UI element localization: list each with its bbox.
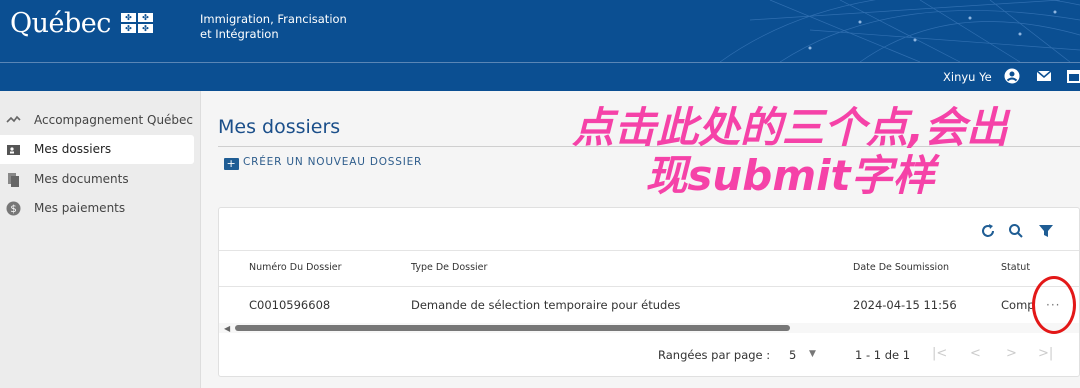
quebec-logo-text[interactable]: Québec <box>10 8 111 39</box>
username[interactable]: Xinyu Ye <box>943 70 992 84</box>
next-page-icon[interactable]: > <box>1006 346 1017 361</box>
toolbar-divider <box>219 250 1079 251</box>
cell-type: Demande de sélection temporaire pour étu… <box>411 298 681 312</box>
calendar-icon[interactable] <box>1066 68 1080 84</box>
dollar-icon: $ <box>6 201 21 216</box>
column-header-statut[interactable]: Statut <box>1001 262 1030 273</box>
scrollbar-thumb[interactable] <box>235 325 790 331</box>
sidebar: Accompagnement Québec Mes dossiers Mes d… <box>0 91 201 388</box>
cell-statut: Comp <box>1001 298 1035 312</box>
column-header-numero[interactable]: Numéro Du Dossier <box>249 262 342 273</box>
annotation-overlay: 点击此处的三个点,会出 现submit字样 <box>490 104 1080 200</box>
cell-date: 2024-04-15 11:56 <box>853 298 957 312</box>
sidebar-item-mes-dossiers[interactable]: Mes dossiers <box>0 135 194 164</box>
column-header-type[interactable]: Type De Dossier <box>411 262 487 273</box>
column-header-date[interactable]: Date De Soumission <box>853 262 949 273</box>
header-divider-line <box>219 286 1079 287</box>
page-range: 1 - 1 de 1 <box>855 348 911 362</box>
refresh-icon[interactable] <box>979 222 997 240</box>
create-dossier-button[interactable]: + CRÉER UN NOUVEAU DOSSIER <box>224 156 422 170</box>
annotation-line-2: 现submit字样 <box>645 151 935 200</box>
annotation-circle <box>1032 276 1076 334</box>
ministry-name: Immigration, Francisation et Intégration <box>200 12 360 42</box>
globe-decoration <box>719 0 1080 62</box>
page-title: Mes dossiers <box>218 116 341 138</box>
mail-icon[interactable] <box>1036 68 1052 84</box>
select-arrow-icon[interactable]: ▼ <box>809 349 816 359</box>
account-icon[interactable] <box>1004 68 1020 84</box>
sidebar-item-label: Mes paiements <box>34 201 126 215</box>
prev-page-icon[interactable]: < <box>970 346 981 361</box>
filter-icon[interactable] <box>1037 222 1055 240</box>
first-page-icon[interactable]: |< <box>932 346 947 361</box>
annotation-line-1: 点击此处的三个点,会出 <box>572 103 1008 152</box>
documents-icon <box>8 173 19 187</box>
sidebar-item-label: Mes dossiers <box>34 142 112 156</box>
scroll-left-arrow-icon[interactable]: ◀ <box>224 324 230 333</box>
sidebar-item-accompagnement[interactable]: Accompagnement Québec <box>0 106 194 135</box>
rows-per-page-label: Rangées par page : <box>658 348 771 362</box>
handshake-icon <box>6 115 21 123</box>
rows-per-page-select[interactable]: 5 <box>789 348 796 362</box>
sidebar-item-label: Accompagnement Québec <box>34 113 194 127</box>
svg-text:$: $ <box>10 204 16 215</box>
horizontal-scrollbar[interactable]: ◀ <box>219 323 1079 333</box>
folder-user-icon <box>7 145 20 155</box>
ministry-line-1: Immigration, Francisation <box>200 12 347 26</box>
dossiers-table-card: Numéro Du Dossier Type De Dossier Date D… <box>218 207 1080 377</box>
fleur-de-lis-flag-icon: ✤ ✤ ✤ ✤ <box>121 13 153 33</box>
site-header: Québec ✤ ✤ ✤ ✤ Immigration, Francisation et… <box>0 0 1080 62</box>
add-folder-icon: + <box>224 158 239 170</box>
sidebar-item-mes-documents[interactable]: Mes documents <box>0 165 194 194</box>
cell-numero: C0010596608 <box>249 298 331 312</box>
user-bar: Xinyu Ye <box>0 63 1080 91</box>
sidebar-item-mes-paiements[interactable]: $ Mes paiements <box>0 194 194 223</box>
search-icon[interactable] <box>1007 222 1025 240</box>
ministry-line-2: et Intégration <box>200 27 279 41</box>
sidebar-item-label: Mes documents <box>34 172 129 186</box>
last-page-icon[interactable]: >| <box>1038 346 1053 361</box>
create-dossier-label: CRÉER UN NOUVEAU DOSSIER <box>243 156 423 168</box>
